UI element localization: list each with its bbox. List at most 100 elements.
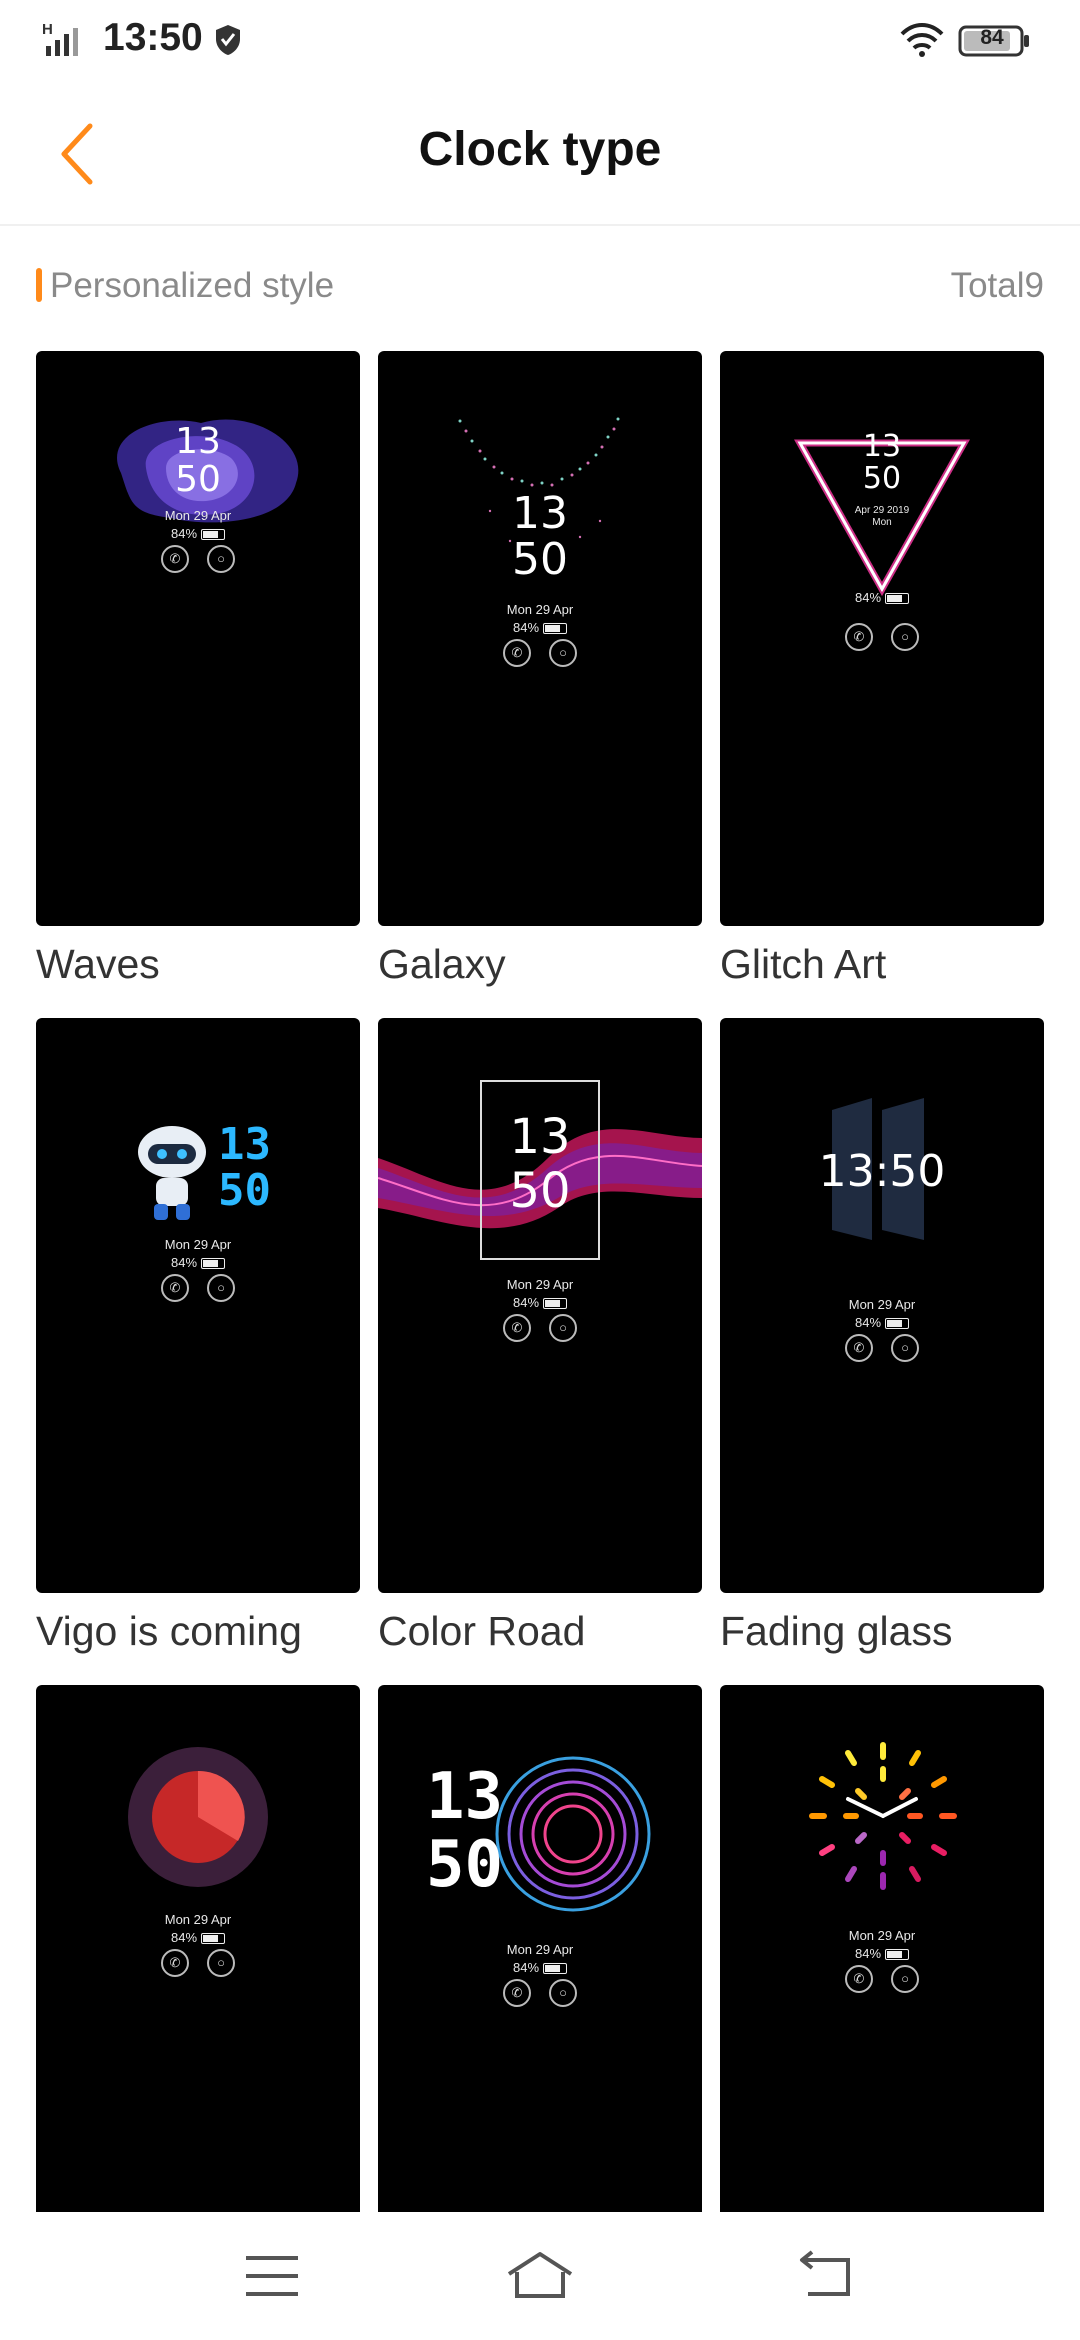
clock-preview: 13 50 Mon 29 Apr 84% ✆ ○ (36, 351, 360, 926)
battery-icon (201, 1258, 226, 1270)
clock-date: Mon 29 Apr (848, 1928, 916, 1943)
battery-percent: 84% (854, 590, 882, 605)
phone-icon: ✆ (161, 545, 189, 573)
clock-date: Mon 29 Apr (848, 1297, 916, 1312)
signal-icon: H (42, 21, 78, 56)
section-total: Total9 (950, 266, 1044, 305)
clock-date: Mon 29 Apr (506, 1942, 574, 1957)
clock-preview: 13 50 Mon 29 Apr 84% ✆ ○ (36, 1018, 360, 1593)
phone-icon: ✆ (845, 1965, 873, 1993)
battery-icon (201, 529, 226, 541)
clock-label: Color Road (378, 1608, 586, 1654)
clock-hour: 13 (862, 429, 902, 464)
battery-percent: 84% (512, 1295, 540, 1310)
message-icon: ○ (891, 623, 919, 651)
clock-preview: Mon 29 Apr 84% ✆ ○ (36, 1685, 360, 2260)
battery-percent: 84% (170, 1930, 198, 1945)
message-icon: ○ (891, 1334, 919, 1362)
battery-percent: 84% (170, 526, 198, 541)
clock-card-color-road[interactable]: 13 50 Mon 29 Apr 84% ✆ ○ Color Road (378, 1018, 702, 1654)
battery-percent: 84% (170, 1255, 198, 1270)
battery-icon (201, 1933, 226, 1945)
phone-icon: ✆ (845, 623, 873, 651)
status-bar: H 13:50 84 (0, 0, 1080, 84)
dial-clock (128, 1747, 268, 1887)
clock-preview: 13:50 Mon 29 Apr 84% ✆ ○ (720, 1018, 1044, 1593)
battery-icon (543, 1963, 568, 1975)
dash-clock (809, 1742, 957, 1890)
clock-minute: 50 (175, 459, 221, 500)
battery-icon (885, 1949, 910, 1961)
wifi-icon (900, 23, 944, 57)
clock-card-red-dial[interactable]: Mon 29 Apr 84% ✆ ○ (36, 1685, 360, 2260)
battery-percent: 84% (854, 1946, 882, 1961)
clock-label: Waves (36, 941, 160, 987)
clock-hour: 13 (509, 1109, 571, 1165)
clock-hour: 13 (512, 488, 568, 539)
clock-label: Vigo is coming (36, 1608, 302, 1654)
battery-icon (543, 1298, 568, 1310)
section-accent-bar (36, 268, 42, 302)
clock-day: Mon (872, 517, 892, 528)
clock-time: 13:50 (818, 1146, 946, 1197)
clock-card-galaxy[interactable]: 13 50 Mon 29 Apr 84% ✆ ○ Galaxy (378, 351, 702, 987)
clock-label: Galaxy (378, 941, 506, 987)
status-time: 13:50 (103, 16, 203, 59)
clock-date: Apr 29 2019 (854, 505, 910, 516)
menu-icon[interactable] (242, 2250, 302, 2302)
home-icon[interactable] (505, 2250, 575, 2302)
battery-icon (885, 1318, 910, 1330)
clock-card-fading-glass[interactable]: 13:50 Mon 29 Apr 84% ✆ ○ Fading glass (720, 1018, 1044, 1654)
battery-icon (543, 623, 568, 635)
clock-label: Fading glass (720, 1608, 953, 1654)
clock-preview: 13 50 Mon 29 Apr 84% ✆ ○ (378, 1018, 702, 1593)
shield-icon (216, 25, 240, 55)
clock-date: Mon 29 Apr (506, 602, 574, 617)
back-icon[interactable] (796, 2250, 856, 2302)
message-icon: ○ (549, 1979, 577, 2007)
svg-text:H: H (42, 21, 53, 38)
battery-percent: 84% (854, 1315, 882, 1330)
phone-icon: ✆ (161, 1274, 189, 1302)
clock-date: Mon 29 Apr (164, 508, 232, 523)
message-icon: ○ (891, 1965, 919, 1993)
clock-date: Mon 29 Apr (164, 1237, 232, 1252)
clock-hour: 13 (218, 1119, 271, 1170)
phone-icon: ✆ (503, 1979, 531, 2007)
battery-percent: 84% (512, 1960, 540, 1975)
clock-card-dash-analog[interactable]: Mon 29 Apr 84% ✆ ○ (720, 1685, 1044, 2260)
app-header: Clock type (0, 84, 1080, 226)
message-icon: ○ (549, 639, 577, 667)
clock-preview: 13 50 Mon 29 Apr 84% ✆ ○ (378, 1685, 702, 2260)
page-title: Clock type (418, 123, 662, 176)
clock-minute: 50 (426, 1828, 504, 1902)
section-title: Personalized style (50, 266, 335, 305)
clock-preview: Mon 29 Apr 84% ✆ ○ (720, 1685, 1044, 2260)
clock-date: Mon 29 Apr (506, 1277, 574, 1292)
message-icon: ○ (549, 1314, 577, 1342)
clock-minute: 50 (509, 1163, 571, 1219)
clock-preview: 13 50 Mon 29 Apr 84% ✆ ○ (378, 351, 702, 926)
phone-icon: ✆ (503, 639, 531, 667)
robot-mascot (138, 1126, 206, 1220)
navigation-bar (0, 2212, 1080, 2340)
battery-percent: 84% (512, 620, 540, 635)
phone-icon: ✆ (161, 1949, 189, 1977)
clock-card-waves[interactable]: 13 50 Mon 29 Apr 84% ✆ ○ Waves (36, 351, 360, 987)
clock-minute: 50 (512, 534, 568, 585)
message-icon: ○ (207, 1274, 235, 1302)
clock-label: Glitch Art (720, 941, 887, 987)
clock-hour: 13 (175, 421, 221, 462)
message-icon: ○ (207, 1949, 235, 1977)
phone-icon: ✆ (503, 1314, 531, 1342)
spiral-lines (495, 1756, 651, 1912)
battery-level: 84 (980, 26, 1004, 49)
message-icon: ○ (207, 545, 235, 573)
clock-card-vigo-is-coming[interactable]: 13 50 Mon 29 Apr 84% ✆ ○ Vigo is coming (36, 1018, 360, 1654)
clock-date: Mon 29 Apr (164, 1912, 232, 1927)
clock-hour: 13 (426, 1760, 504, 1834)
clock-card-glitch-art[interactable]: 13 50 Apr 29 2019 Mon 84% ✆ ○ Glitch Art (720, 351, 1044, 987)
clock-preview: 13 50 Apr 29 2019 Mon 84% ✆ ○ (720, 351, 1044, 926)
clock-minute: 50 (862, 461, 902, 496)
clock-card-spiral[interactable]: 13 50 Mon 29 Apr 84% ✆ ○ (378, 1685, 702, 2260)
